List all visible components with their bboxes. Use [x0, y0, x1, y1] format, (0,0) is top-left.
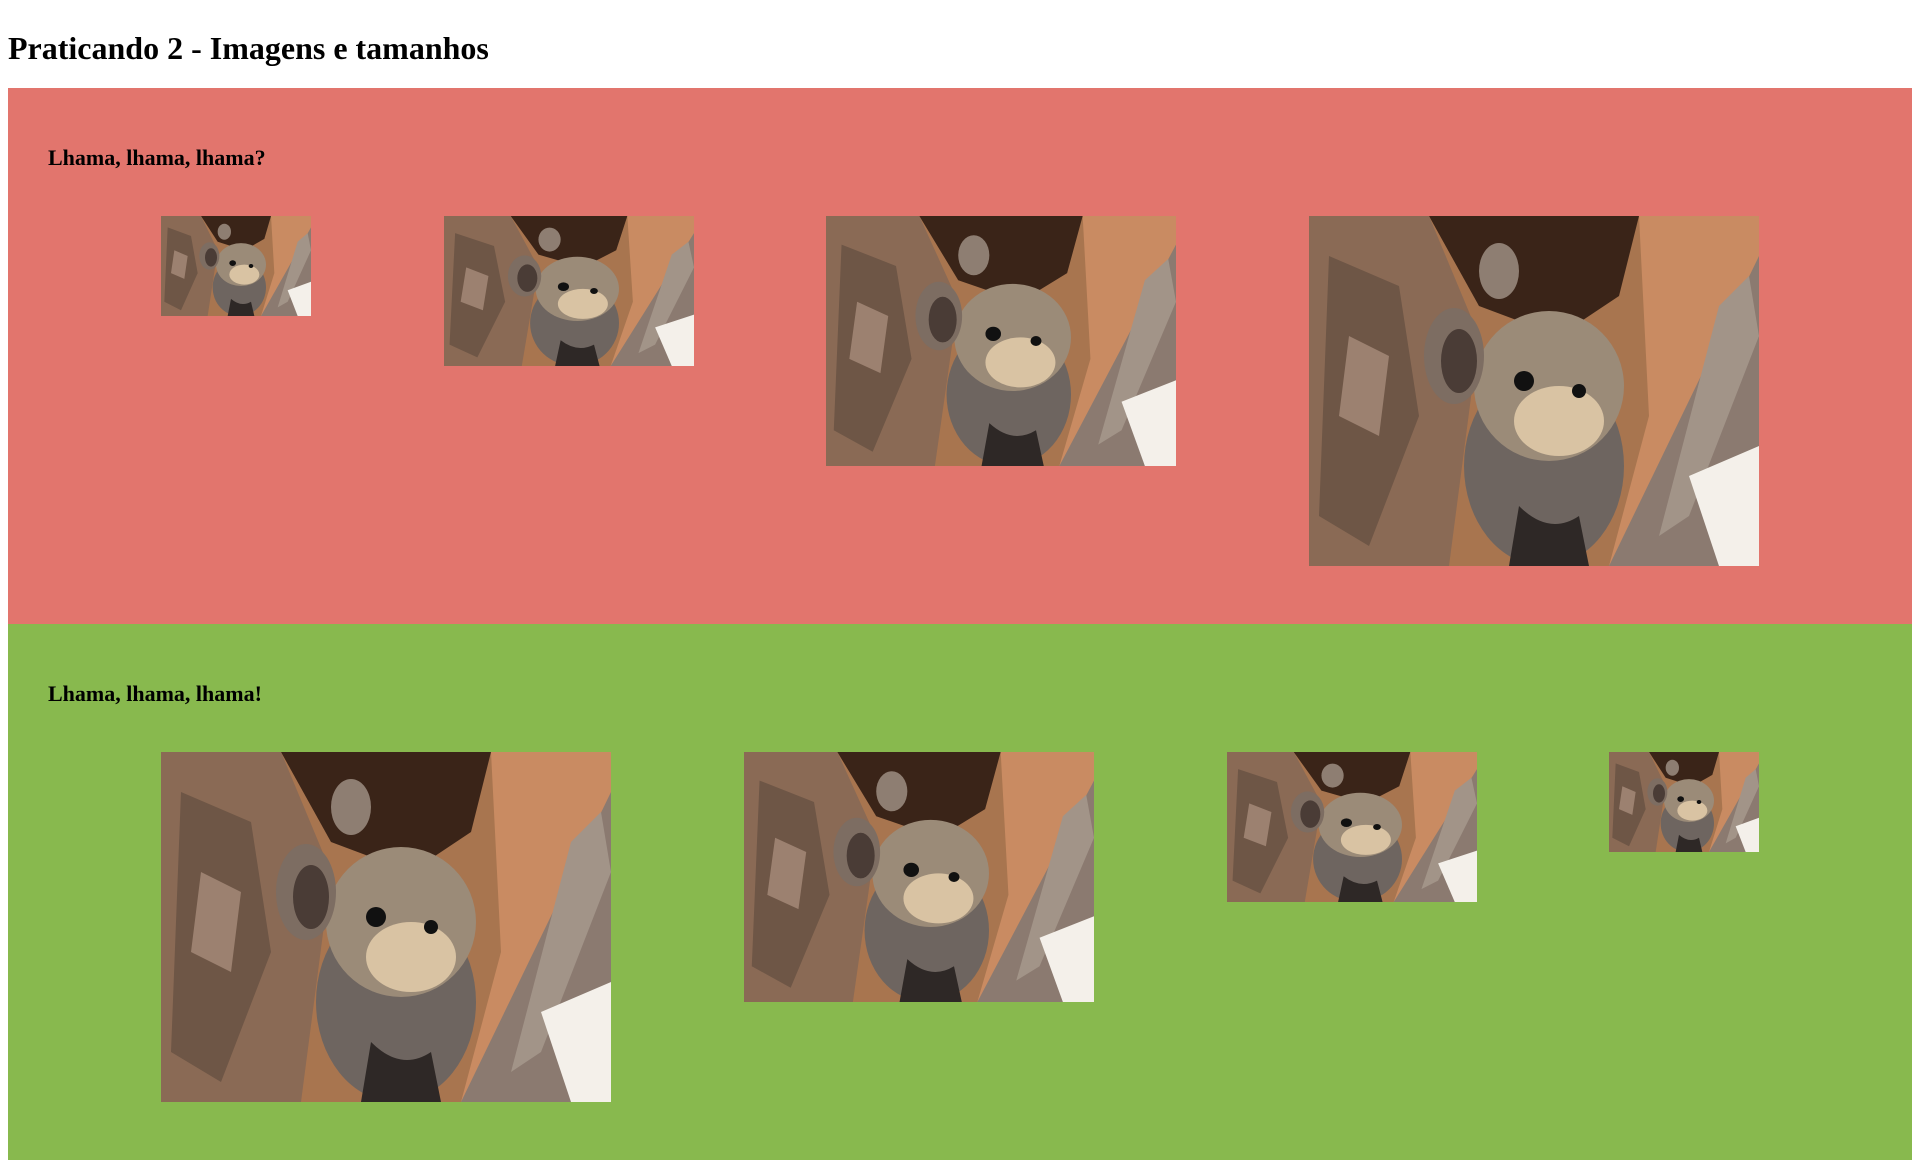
pika-photo-small — [444, 216, 694, 366]
pika-photo-medium — [826, 216, 1176, 466]
pika-photo-tiny — [161, 216, 311, 316]
section-heading: Lhama, lhama, lhama? — [48, 145, 266, 170]
pika-photo-large — [1309, 216, 1759, 566]
section-exclaiming: Lhama, lhama, lhama! — [8, 624, 1912, 1160]
section-questioning: Lhama, lhama, lhama? — [8, 88, 1912, 624]
page-title: Praticando 2 - Imagens e tamanhos — [8, 30, 489, 66]
pika-photo-tiny — [1609, 752, 1759, 852]
pika-photo-large — [161, 752, 611, 1102]
pika-photo-medium — [744, 752, 1094, 1002]
pika-photo-small — [1227, 752, 1477, 902]
section-heading: Lhama, lhama, lhama! — [48, 681, 262, 706]
